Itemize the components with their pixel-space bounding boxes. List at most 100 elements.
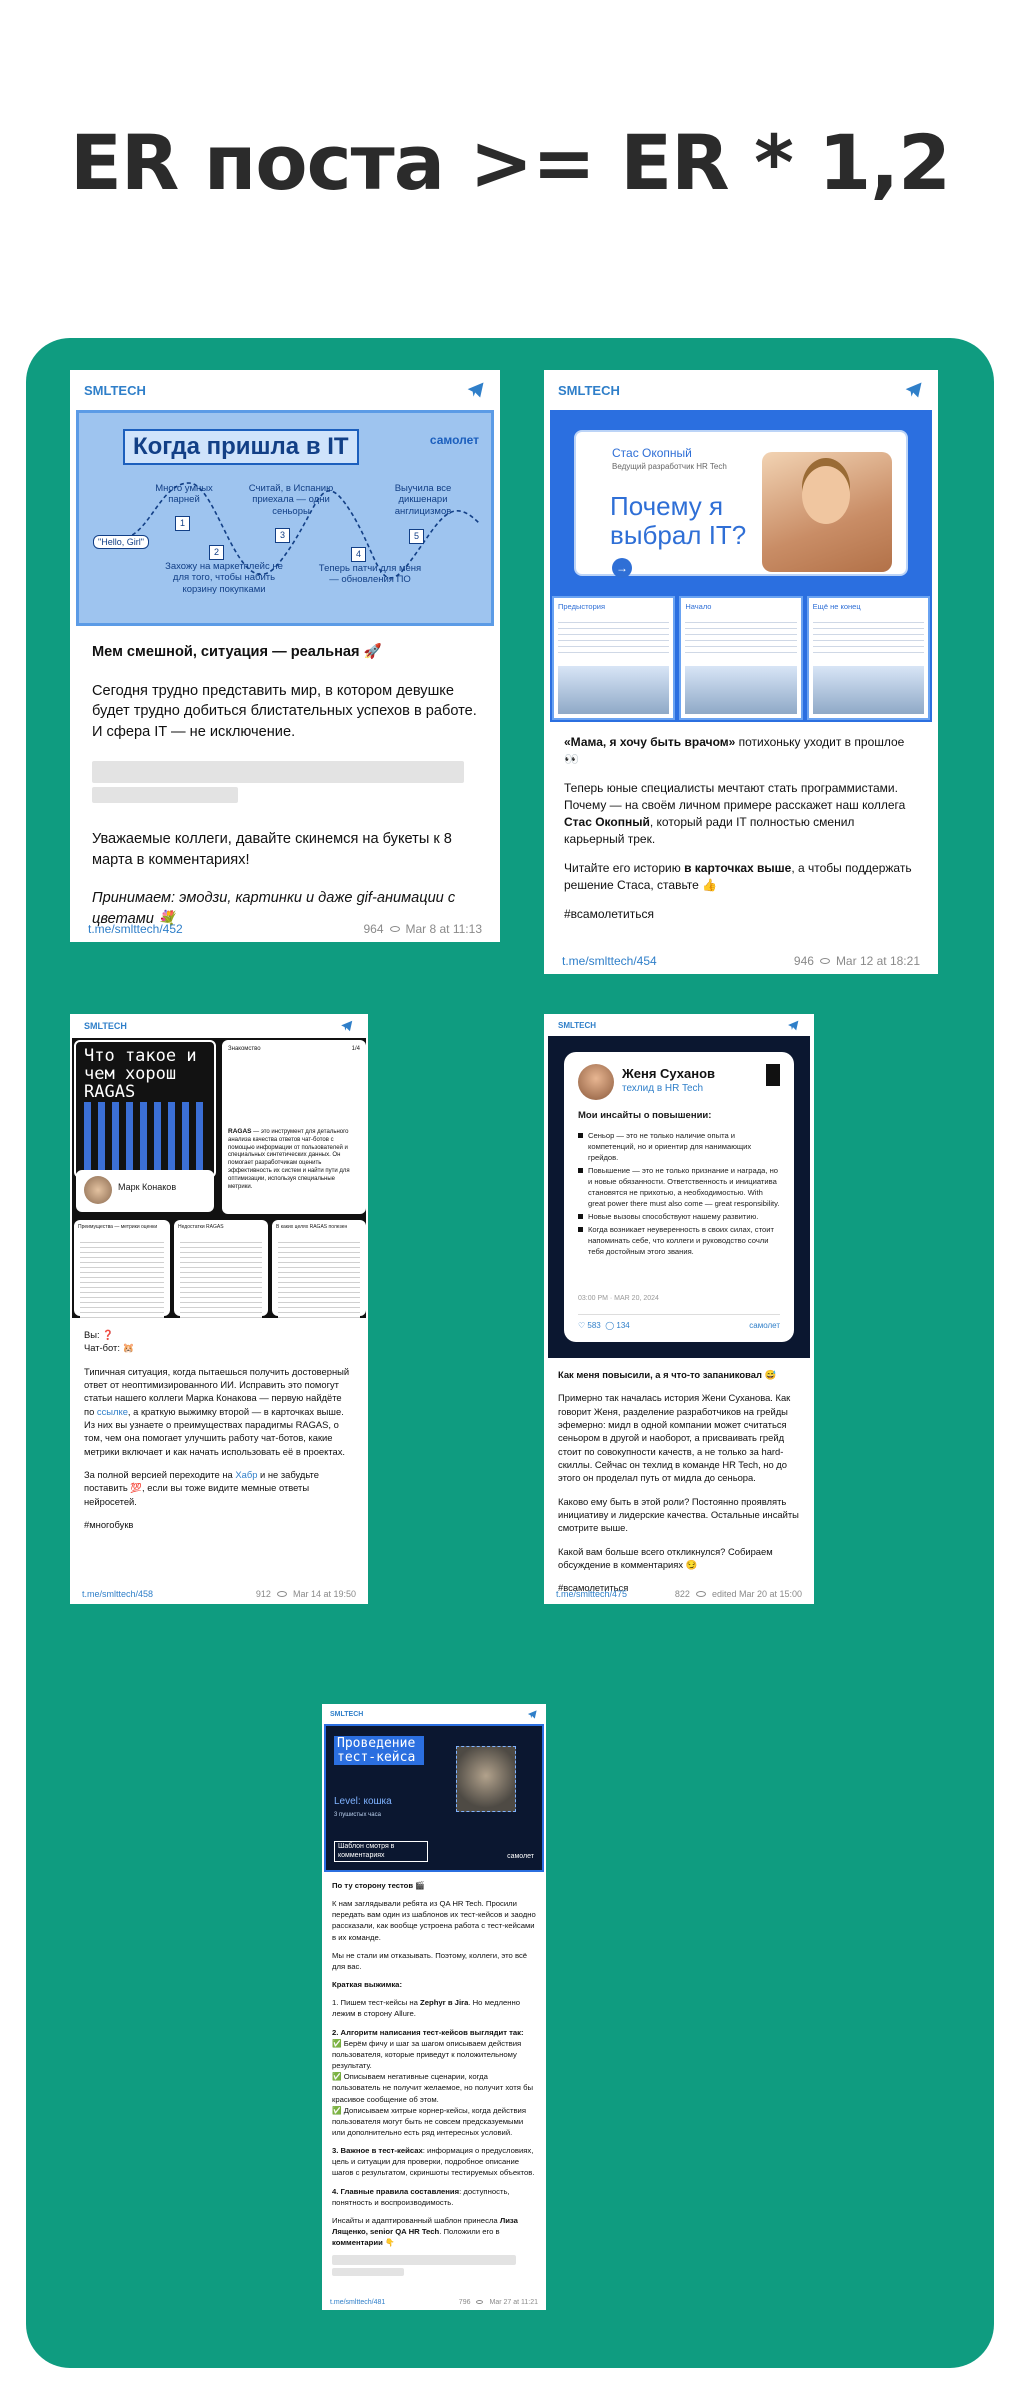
step-label: Теперь патчи для меня — обновления ПО [318, 563, 422, 586]
post-text: Мем смешной, ситуация — реальная 🚀 Сегод… [70, 626, 500, 930]
post-paragraph: Примерно так началась история Жени Сухан… [558, 1392, 791, 1484]
comment-icon: ◯ [605, 1321, 617, 1330]
channel-name[interactable]: SMLTECH [84, 383, 146, 398]
card-photo [812, 666, 924, 714]
carousel-card[interactable]: Предыстория [552, 596, 676, 720]
hashtag[interactable]: #многобукв [84, 1518, 354, 1531]
post-footer: t.me/smlttech/452 964 Mar 8 at 11:13 [70, 916, 500, 942]
telegram-icon[interactable] [904, 380, 924, 400]
image-card: Стас Окопный Ведущий разработчик HR Tech… [574, 430, 908, 578]
post-bold: 4. Главные правила составления [332, 2186, 460, 2196]
habr-link[interactable]: Хабр [235, 1469, 257, 1480]
start-label: "Hello, Girl" [93, 535, 149, 549]
post-card-454[interactable]: SMLTECH Стас Окопный Ведущий разработчик… [544, 370, 938, 974]
slide-text [278, 1238, 360, 1318]
arrow-right-icon: → [612, 558, 632, 578]
person-badge: Марк Конаков [76, 1170, 214, 1212]
post-paragraph: Уважаемые коллеги, давайте скинемся на б… [92, 830, 452, 868]
channel-name[interactable]: SMLTECH [558, 383, 620, 398]
post-date: Mar 14 at 19:50 [292, 1589, 356, 1599]
post-text: «Мама, я хочу быть врачом» потихоньку ух… [544, 722, 938, 923]
views-count: 912 [255, 1589, 271, 1599]
telegram-icon[interactable] [527, 1709, 538, 1720]
spoiler-blur[interactable] [92, 760, 464, 783]
post-text-part: Теперь юные специалисты мечтают стать пр… [564, 781, 906, 813]
step-label: Захожу на маркетплейс не для того, чтобы… [165, 561, 283, 595]
post-text-part: 👇 [382, 2238, 395, 2248]
telegram-icon[interactable] [787, 1019, 800, 1032]
carousel-card[interactable]: Начало [679, 596, 803, 720]
post-image[interactable]: Стас Окопный Ведущий разработчик HR Tech… [550, 410, 932, 594]
telegram-icon[interactable] [340, 1019, 354, 1033]
eye-icon [389, 926, 400, 932]
channel-name[interactable]: SMLTECH [330, 1711, 363, 1718]
list-item: Сеньор — это не только наличие опыта и к… [578, 1130, 780, 1163]
list-item: Когда возникает неуверенность в своих си… [578, 1224, 780, 1257]
card-label: Ещё не конец [812, 602, 861, 611]
post-bold-line: Мем смешной, ситуация — реальная 🚀 [92, 644, 382, 660]
channel-name[interactable]: SMLTECH [84, 1021, 127, 1031]
post-card-458[interactable]: SMLTECH Что такое и чем хорош RAGAS Марк… [70, 1014, 368, 1604]
step-number: 4 [351, 547, 366, 562]
post-image[interactable]: Когда пришла в IT самолет "Hello, Girl" … [76, 410, 494, 626]
post-text-part: Чат-бот: 🐹 [84, 1342, 135, 1354]
post-paragraph: Каково ему быть в этой роли? Постоянно п… [558, 1495, 799, 1534]
post-date: Mar 8 at 11:13 [405, 922, 483, 936]
avatar [84, 1176, 112, 1204]
post-text-part: Читайте его историю [564, 861, 685, 876]
eye-icon [276, 1591, 287, 1597]
post-bold-line: По ту сторону тестов 🎬 [332, 1881, 425, 1890]
carousel-card[interactable]: Ещё не конец [806, 596, 930, 720]
avatar [578, 1064, 614, 1100]
post-text-part: 1. Пишем тест-кейсы на [332, 1998, 421, 2008]
post-text-part: Инсайты и адаптированный шаблон принесла [332, 2215, 500, 2225]
telegram-icon[interactable] [466, 380, 486, 400]
post-link[interactable]: t.me/smlttech/458 [82, 1589, 153, 1599]
post-bold-line: Краткая выжимка: [332, 1980, 403, 1990]
card-text [812, 617, 924, 653]
post-paragraph: Мы не стали им отказывать. Поэтому, колл… [332, 1950, 528, 1971]
step-number: 5 [409, 529, 424, 544]
slide: Преимущества — метрики оценки [74, 1220, 170, 1318]
image-title: Что такое и чем хорош RAGAS [84, 1046, 197, 1102]
spoiler-blur[interactable] [92, 786, 238, 803]
slide-text: — это инструмент для детального анализа … [228, 1129, 350, 1190]
post-text-part: . Положили его в [439, 2227, 500, 2237]
post-link[interactable]: t.me/smlttech/452 [88, 922, 183, 936]
tweet-card: Женя Суханов техлид в HR Tech Мои инсайт… [564, 1052, 794, 1342]
views-count: 822 [674, 1589, 690, 1599]
comments-count: 134 [616, 1321, 630, 1330]
channel-name[interactable]: SMLTECH [558, 1021, 596, 1030]
hashtag[interactable]: #всамолетиться [564, 906, 918, 923]
post-text-part: ✅ Дописываем хитрые корнер-кейсы, когда … [332, 2105, 527, 2137]
spoiler-blur[interactable] [332, 2255, 516, 2266]
post-link[interactable]: t.me/smlttech/481 [330, 2299, 385, 2306]
post-card-452[interactable]: SMLTECH Когда пришла в IT самолет "Hello… [70, 370, 500, 942]
post-footer: t.me/smlttech/458 912 Mar 14 at 19:50 [70, 1584, 368, 1604]
ragas-cover: Что такое и чем хорош RAGAS [74, 1040, 216, 1178]
post-image[interactable]: Проведение тест-кейса Level: кошка 3 пуш… [324, 1724, 544, 1872]
post-image[interactable]: Женя Суханов техлид в HR Tech Мои инсайт… [548, 1036, 810, 1358]
slide-page: 1/4 [351, 1046, 360, 1052]
insights-list: Сеньор — это не только наличие опыта и к… [578, 1130, 780, 1259]
post-date: Mar 12 at 18:21 [835, 954, 920, 968]
post-bold: комментарии [332, 2238, 383, 2248]
post-text-part: Вы: ❓ [84, 1329, 114, 1340]
posts-panel: SMLTECH Когда пришла в IT самолет "Hello… [26, 338, 994, 2368]
post-text-part: ✅ Описываем негативные сценарии, когда п… [332, 2072, 533, 2104]
spoiler-blur[interactable] [332, 2268, 404, 2277]
post-link[interactable]: t.me/smlttech/475 [556, 1589, 627, 1599]
slide-bold: RAGAS [228, 1128, 252, 1135]
card-photo [685, 666, 797, 714]
post-footer: t.me/smlttech/475 822 edited Mar 20 at 15… [544, 1584, 814, 1604]
article-link[interactable]: ссылке [97, 1406, 128, 1417]
post-card-475[interactable]: SMLTECH Женя Суханов техлид в HR Tech Мо… [544, 1014, 814, 1604]
post-link[interactable]: t.me/smlttech/454 [562, 954, 657, 968]
post-card-481[interactable]: SMLTECH Проведение тест-кейса Level: кош… [322, 1704, 546, 2310]
slide: Недостатки RAGAS [174, 1220, 268, 1318]
post-bold: в карточках выше [684, 861, 792, 876]
post-image[interactable]: Что такое и чем хорош RAGAS Марк Конаков… [72, 1038, 366, 1318]
list-item: Повышение — это не только признание и на… [578, 1165, 780, 1209]
carousel-strip[interactable]: Предыстория Начало Ещё не конец [550, 594, 932, 722]
bookmark-icon [766, 1064, 780, 1086]
